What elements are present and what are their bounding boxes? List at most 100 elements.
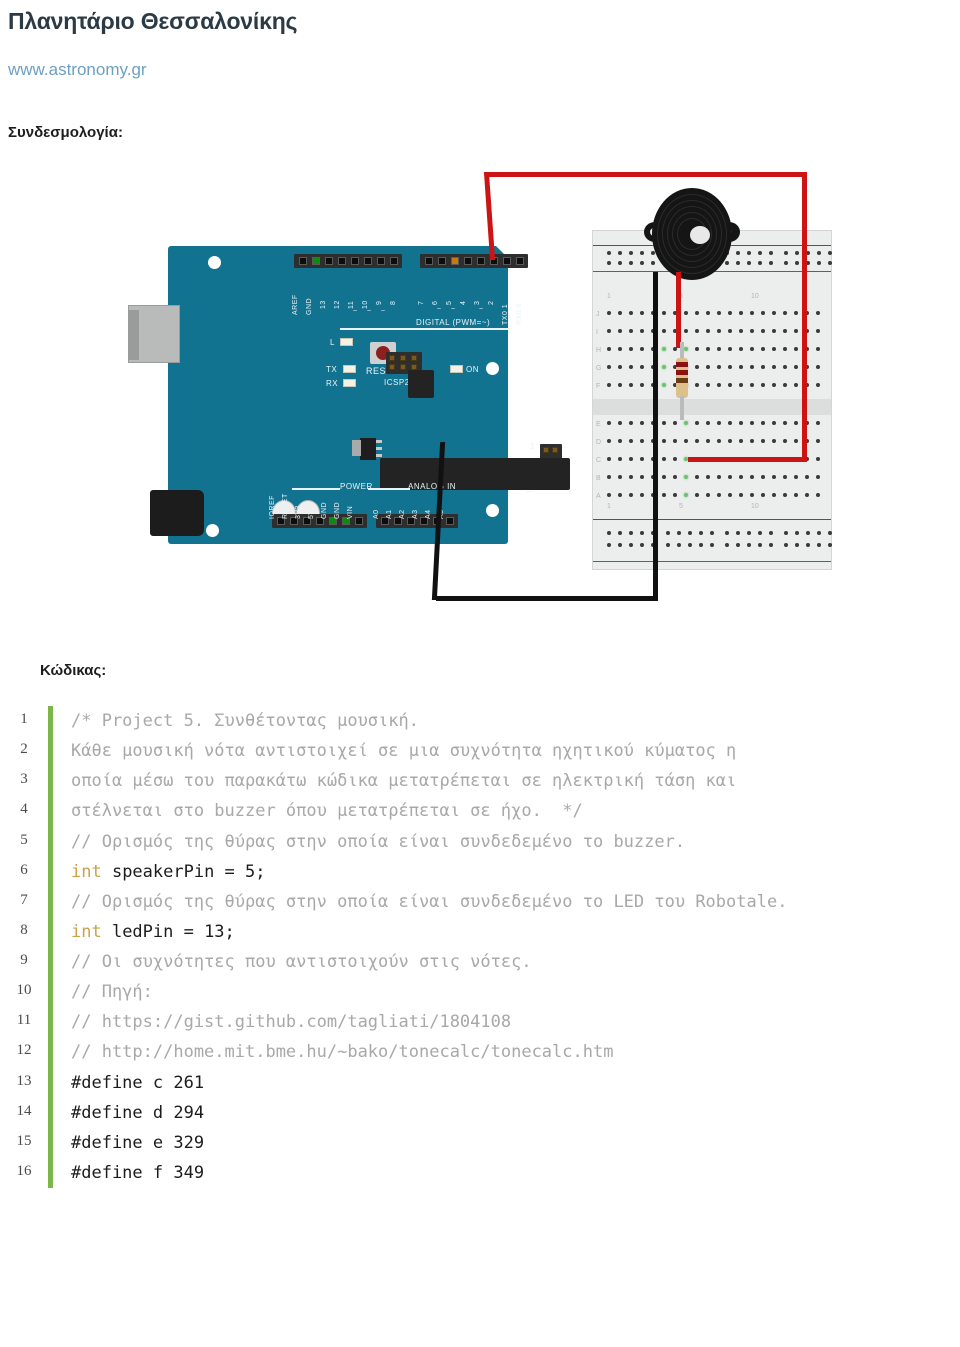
breadboard-hole[interactable]: [769, 531, 773, 535]
breadboard-hole[interactable]: [640, 329, 644, 333]
breadboard-hole[interactable]: [739, 439, 743, 443]
breadboard-hole[interactable]: [794, 493, 798, 497]
breadboard-hole[interactable]: [761, 493, 765, 497]
breadboard-hole[interactable]: [783, 475, 787, 479]
breadboard-hole[interactable]: [607, 421, 611, 425]
breadboard-hole[interactable]: [618, 475, 622, 479]
breadboard-hole[interactable]: [783, 311, 787, 315]
breadboard-hole[interactable]: [725, 531, 729, 535]
breadboard-hole[interactable]: [618, 383, 622, 387]
breadboard-hole[interactable]: [772, 421, 776, 425]
breadboard-hole[interactable]: [706, 383, 710, 387]
pin-3[interactable]: [476, 257, 485, 265]
breadboard-hole[interactable]: [728, 329, 732, 333]
pin-13[interactable]: [324, 257, 333, 265]
breadboard-hole[interactable]: [662, 439, 666, 443]
pin-9[interactable]: [376, 257, 385, 265]
breadboard-hole[interactable]: [677, 543, 681, 547]
breadboard-hole[interactable]: [695, 475, 699, 479]
breadboard-hole[interactable]: [816, 311, 820, 315]
breadboard-hole[interactable]: [795, 251, 799, 255]
breadboard-hole[interactable]: [794, 329, 798, 333]
breadboard-hole[interactable]: [662, 311, 666, 315]
breadboard-hole[interactable]: [618, 329, 622, 333]
breadboard-hole[interactable]: [794, 475, 798, 479]
breadboard-hole[interactable]: [816, 365, 820, 369]
breadboard-hole[interactable]: [640, 347, 644, 351]
breadboard-hole[interactable]: [684, 347, 688, 351]
breadboard-hole[interactable]: [794, 311, 798, 315]
breadboard-hole[interactable]: [794, 365, 798, 369]
breadboard-hole[interactable]: [761, 329, 765, 333]
breadboard-hole[interactable]: [817, 531, 821, 535]
breadboard-hole[interactable]: [816, 347, 820, 351]
breadboard-hole[interactable]: [750, 311, 754, 315]
breadboard-hole[interactable]: [695, 383, 699, 387]
breadboard-hole[interactable]: [717, 421, 721, 425]
breadboard-hole[interactable]: [783, 493, 787, 497]
breadboard-hole[interactable]: [717, 383, 721, 387]
breadboard-hole[interactable]: [750, 475, 754, 479]
breadboard-hole[interactable]: [607, 475, 611, 479]
breadboard-hole[interactable]: [607, 457, 611, 461]
breadboard-hole[interactable]: [673, 457, 677, 461]
breadboard-hole[interactable]: [695, 311, 699, 315]
breadboard-hole[interactable]: [816, 329, 820, 333]
breadboard-hole[interactable]: [728, 493, 732, 497]
breadboard-hole[interactable]: [684, 493, 688, 497]
breadboard-hole[interactable]: [662, 475, 666, 479]
pin-4[interactable]: [463, 257, 472, 265]
breadboard-hole[interactable]: [695, 439, 699, 443]
breadboard-hole[interactable]: [710, 543, 714, 547]
breadboard-hole[interactable]: [688, 531, 692, 535]
pin-aref[interactable]: [298, 257, 307, 265]
breadboard-hole[interactable]: [772, 347, 776, 351]
breadboard-hole[interactable]: [618, 543, 622, 547]
breadboard-hole[interactable]: [629, 311, 633, 315]
breadboard-hole[interactable]: [607, 439, 611, 443]
breadboard-hole[interactable]: [772, 383, 776, 387]
breadboard-hole[interactable]: [828, 261, 832, 265]
pin-10[interactable]: [363, 257, 372, 265]
breadboard-hole[interactable]: [629, 457, 633, 461]
breadboard-hole[interactable]: [640, 543, 644, 547]
breadboard-hole[interactable]: [629, 261, 633, 265]
breadboard-hole[interactable]: [828, 531, 832, 535]
breadboard-hole[interactable]: [695, 347, 699, 351]
breadboard-hole[interactable]: [710, 531, 714, 535]
breadboard-hole[interactable]: [772, 329, 776, 333]
breadboard-hole[interactable]: [758, 261, 762, 265]
breadboard-hole[interactable]: [618, 493, 622, 497]
breadboard-hole[interactable]: [817, 251, 821, 255]
breadboard-hole[interactable]: [684, 475, 688, 479]
breadboard-hole[interactable]: [761, 439, 765, 443]
breadboard-hole[interactable]: [805, 493, 809, 497]
breadboard-hole[interactable]: [783, 329, 787, 333]
breadboard-hole[interactable]: [728, 475, 732, 479]
breadboard-hole[interactable]: [640, 365, 644, 369]
breadboard-hole[interactable]: [772, 439, 776, 443]
breadboard-hole[interactable]: [816, 457, 820, 461]
breadboard-hole[interactable]: [828, 251, 832, 255]
breadboard-hole[interactable]: [607, 261, 611, 265]
breadboard-hole[interactable]: [618, 261, 622, 265]
breadboard-hole[interactable]: [662, 493, 666, 497]
breadboard-hole[interactable]: [717, 493, 721, 497]
digital-header-left[interactable]: [294, 254, 402, 268]
pin-7[interactable]: [424, 257, 433, 265]
breadboard-hole[interactable]: [673, 493, 677, 497]
breadboard-hole[interactable]: [717, 329, 721, 333]
breadboard-hole[interactable]: [706, 475, 710, 479]
breadboard-hole[interactable]: [761, 365, 765, 369]
breadboard-hole[interactable]: [618, 365, 622, 369]
breadboard-hole[interactable]: [784, 251, 788, 255]
breadboard-hole[interactable]: [769, 261, 773, 265]
breadboard-hole[interactable]: [784, 531, 788, 535]
breadboard-hole[interactable]: [607, 365, 611, 369]
breadboard-hole[interactable]: [747, 543, 751, 547]
breadboard-hole[interactable]: [717, 347, 721, 351]
breadboard-hole[interactable]: [662, 457, 666, 461]
breadboard-hole[interactable]: [629, 475, 633, 479]
breadboard-hole[interactable]: [706, 421, 710, 425]
breadboard-hole[interactable]: [783, 347, 787, 351]
